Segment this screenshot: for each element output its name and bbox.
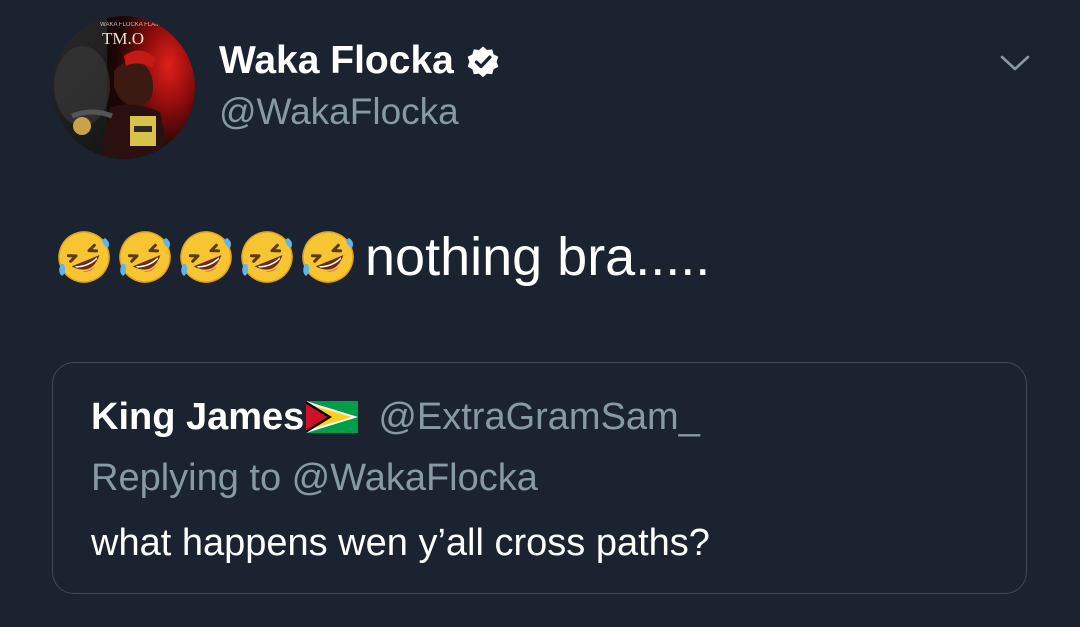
quoted-tweet-text: what happens wen y’all cross paths? — [91, 522, 710, 564]
avatar-brand-text: WAKA FLOCKA FLAME — [100, 22, 164, 28]
rofl-emoji-icon — [299, 228, 357, 286]
replying-to-text: Replying to @WakaFlocka — [91, 457, 538, 499]
emoji-group — [55, 228, 360, 286]
tweet-text: nothing bra..... — [55, 224, 710, 290]
quoted-tweet-header: King James @ExtraGramSam_ — [91, 395, 700, 439]
quoted-author-handle: @ExtraGramSam_ — [378, 396, 700, 438]
guyana-flag-icon — [306, 401, 359, 433]
chevron-down-icon[interactable] — [998, 50, 1032, 76]
rofl-emoji-icon — [116, 228, 174, 286]
author-handle[interactable]: @WakaFlocka — [219, 90, 459, 134]
tweet-body-text: nothing bra..... — [365, 227, 711, 287]
quoted-author-name: King James — [91, 396, 305, 438]
quoted-tweet-card[interactable]: King James @ExtraGramSam_ Replying to @W… — [52, 362, 1027, 594]
author-name-text[interactable]: Waka Flocka — [219, 38, 454, 84]
author-display-name[interactable]: Waka Flocka — [219, 38, 500, 84]
verified-badge-icon — [466, 44, 500, 78]
author-avatar[interactable]: WAKA FLOCKA FLAME TM.O — [52, 16, 195, 159]
rofl-emoji-icon — [177, 228, 235, 286]
rofl-emoji-icon — [238, 228, 296, 286]
rofl-emoji-icon — [55, 228, 113, 286]
avatar-caption: TM.O — [102, 29, 144, 48]
